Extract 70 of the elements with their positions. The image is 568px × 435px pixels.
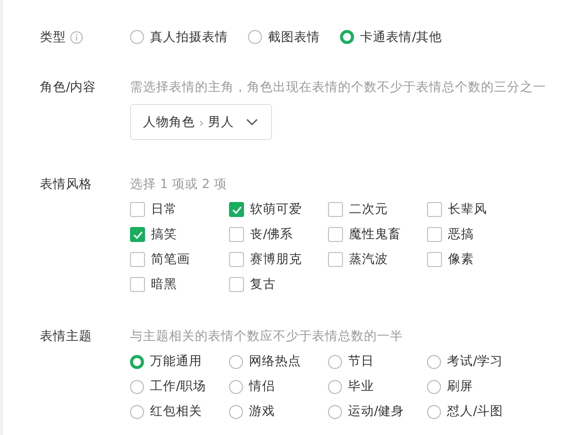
hint-text: 需选择表情的主角，角色出现在表情的个数不少于表情总个数的三分之一 — [130, 78, 546, 96]
radio-button[interactable] — [130, 30, 144, 44]
radio-option[interactable]: 考试/学习 — [427, 349, 526, 374]
role-dropdown[interactable]: 人物角色 › 男人 — [130, 104, 272, 140]
checkbox[interactable] — [229, 202, 244, 217]
field-label: 表情风格 — [40, 176, 92, 192]
radio-option[interactable]: 真人拍摄表情 — [130, 27, 228, 47]
radio-button[interactable] — [229, 404, 243, 418]
checkbox-option[interactable]: 搞笑 — [130, 222, 229, 247]
hint-text: 与主题相关的表情个数应不少于表情总数的一半 — [130, 327, 404, 345]
checkbox-option[interactable]: 魔性鬼畜 — [328, 222, 427, 247]
radio-option[interactable]: 游戏 — [229, 399, 328, 424]
checkbox-option[interactable]: 丧/佛系 — [229, 222, 328, 247]
checkbox[interactable] — [328, 252, 343, 267]
radio-button[interactable] — [427, 354, 441, 368]
checkmark-icon — [232, 206, 242, 214]
checkbox[interactable] — [130, 252, 145, 267]
checkbox-option[interactable]: 日常 — [130, 197, 229, 222]
checkbox[interactable] — [229, 227, 244, 242]
checkbox[interactable] — [130, 277, 145, 292]
radio-button[interactable] — [328, 380, 342, 394]
checkbox[interactable] — [427, 252, 442, 267]
radio-button[interactable] — [328, 404, 342, 418]
radio-option[interactable]: 万能通用 — [130, 349, 229, 374]
checkbox-option[interactable]: 简笔画 — [130, 247, 229, 272]
radio-option[interactable]: 网络热点 — [229, 349, 328, 374]
radio-option[interactable]: 工作/职场 — [130, 374, 229, 399]
radio-button[interactable] — [130, 354, 144, 368]
field-label: 表情主题 — [40, 328, 92, 344]
radio-button[interactable] — [328, 354, 342, 368]
checkbox[interactable] — [427, 227, 442, 242]
radio-option[interactable]: 卡通表情/其他 — [340, 27, 442, 47]
checkbox[interactable] — [328, 202, 343, 217]
radio-button[interactable] — [427, 380, 441, 394]
checkbox-option[interactable]: 蒸汽波 — [328, 247, 427, 272]
field-label: 类型 — [40, 28, 66, 46]
checkbox[interactable] — [229, 277, 244, 292]
radio-button[interactable] — [248, 30, 262, 44]
checkbox[interactable] — [229, 252, 244, 267]
checkbox-option[interactable]: 赛博朋克 — [229, 247, 328, 272]
checkbox-option[interactable]: 软萌可爱 — [229, 197, 328, 222]
info-icon[interactable] — [70, 30, 83, 44]
checkbox[interactable] — [130, 202, 145, 217]
radio-option[interactable]: 运动/健身 — [328, 399, 427, 424]
checkbox[interactable] — [328, 227, 343, 242]
radio-option[interactable]: 节日 — [328, 349, 427, 374]
radio-button[interactable] — [130, 380, 144, 394]
radio-button[interactable] — [229, 380, 243, 394]
checkbox[interactable] — [130, 227, 145, 242]
radio-button[interactable] — [229, 354, 243, 368]
checkbox-option[interactable]: 复古 — [229, 272, 328, 297]
checkbox-option[interactable]: 暗黑 — [130, 272, 229, 297]
checkbox-option[interactable]: 像素 — [427, 247, 526, 272]
radio-button[interactable] — [340, 30, 354, 44]
radio-button[interactable] — [427, 404, 441, 418]
checkbox[interactable] — [427, 202, 442, 217]
radio-option[interactable]: 红包相关 — [130, 399, 229, 424]
field-label: 角色/内容 — [40, 78, 96, 96]
radio-option[interactable]: 情侣 — [229, 374, 328, 399]
radio-option[interactable]: 截图表情 — [248, 27, 320, 47]
hint-text: 选择 1 项或 2 项 — [130, 175, 228, 193]
checkbox-option[interactable]: 长辈风 — [427, 197, 526, 222]
chevron-down-icon[interactable] — [246, 118, 258, 126]
radio-option[interactable]: 刷屏 — [427, 374, 526, 399]
radio-option[interactable]: 毕业 — [328, 374, 427, 399]
radio-option[interactable]: 怼人/斗图 — [427, 399, 526, 424]
radio-button[interactable] — [130, 404, 144, 418]
checkmark-icon — [132, 230, 142, 238]
checkbox-option[interactable]: 恶搞 — [427, 222, 526, 247]
checkbox-option[interactable]: 二次元 — [328, 197, 427, 222]
